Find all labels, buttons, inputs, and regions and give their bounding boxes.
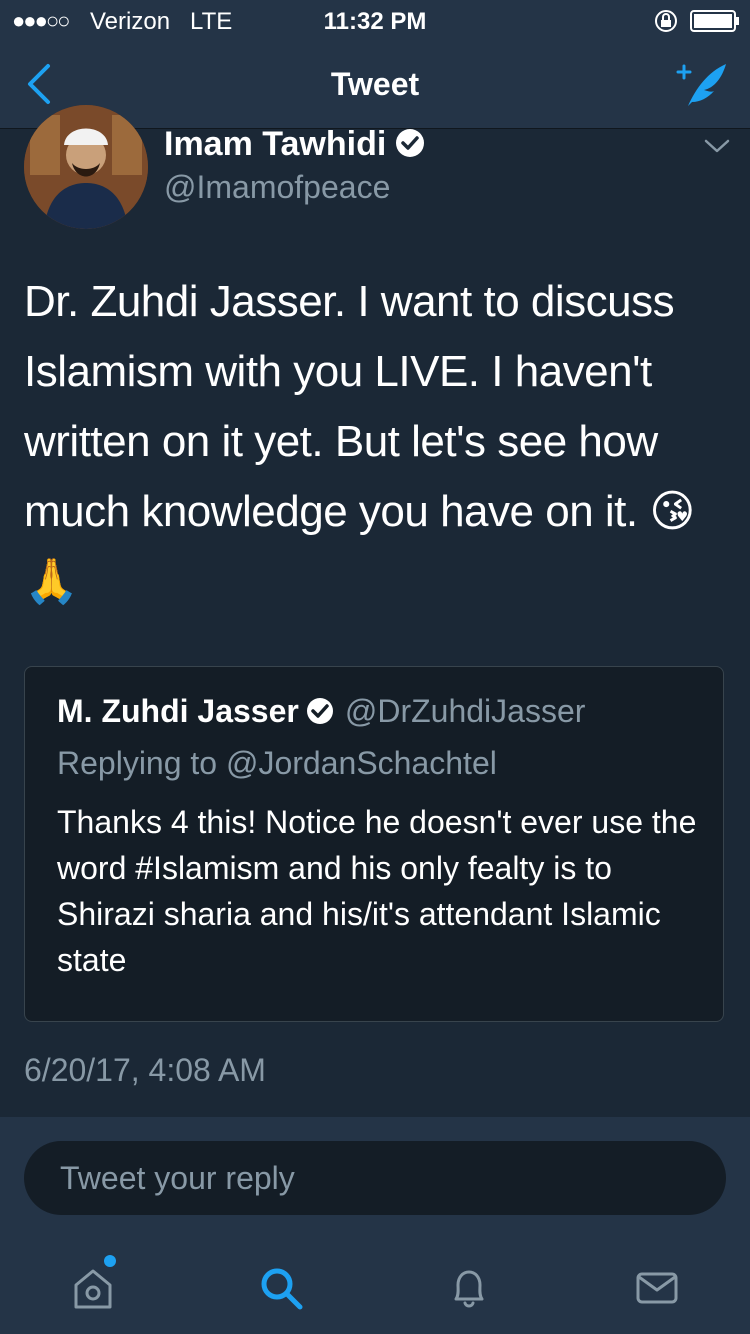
avatar[interactable]: [24, 105, 148, 229]
quoted-tweet-card[interactable]: M. Zuhdi Jasser @DrZuhdiJasser Replying …: [24, 666, 724, 1022]
verified-badge-icon: [396, 129, 425, 157]
tweet-text: Dr. Zuhdi Jasser. I want to discuss Isla…: [24, 277, 695, 606]
quoted-author-handle: @DrZuhdiJasser: [344, 693, 586, 729]
mail-icon[interactable]: [634, 1265, 680, 1311]
page-title: Tweet: [330, 66, 420, 102]
author-name[interactable]: Imam Tawhidi: [164, 125, 426, 164]
bell-icon[interactable]: [446, 1265, 492, 1311]
verified-badge-icon: [306, 698, 333, 724]
bottom-bar: Tweet your reply: [0, 1117, 750, 1334]
quoted-tweet-text: Thanks 4 this! Notice he doesn't ever us…: [57, 804, 697, 978]
home-icon[interactable]: [70, 1265, 116, 1311]
clock: 11:32 PM: [323, 8, 427, 35]
reply-input[interactable]: Tweet your reply: [24, 1141, 726, 1215]
chevron-down-icon[interactable]: [702, 135, 732, 157]
search-icon[interactable]: [258, 1265, 304, 1311]
tweet-detail: Imam Tawhidi @Imamofpeace Dr. Zuhdi Jass…: [0, 105, 750, 1117]
avatar-image: [24, 105, 148, 229]
quoted-author: M. Zuhdi Jasser @DrZuhdiJasser: [57, 693, 585, 730]
replying-to-label: Replying to @JordanSchachtel: [57, 745, 497, 781]
author-name-text: Imam Tawhidi: [164, 125, 387, 163]
status-bar: ●●●○○ Verizon LTE 11:32 PM: [0, 0, 750, 40]
rotation-lock-icon: [655, 10, 677, 32]
tweet-timestamp: 6/20/17, 4:08 AM: [24, 1052, 266, 1088]
compose-tweet-icon[interactable]: [674, 58, 730, 110]
top-bar: ●●●○○ Verizon LTE 11:32 PM Tweet: [0, 0, 750, 129]
battery-icon: [690, 10, 739, 32]
author-handle[interactable]: @Imamofpeace: [164, 169, 390, 206]
quoted-author-name: M. Zuhdi Jasser: [57, 693, 299, 729]
